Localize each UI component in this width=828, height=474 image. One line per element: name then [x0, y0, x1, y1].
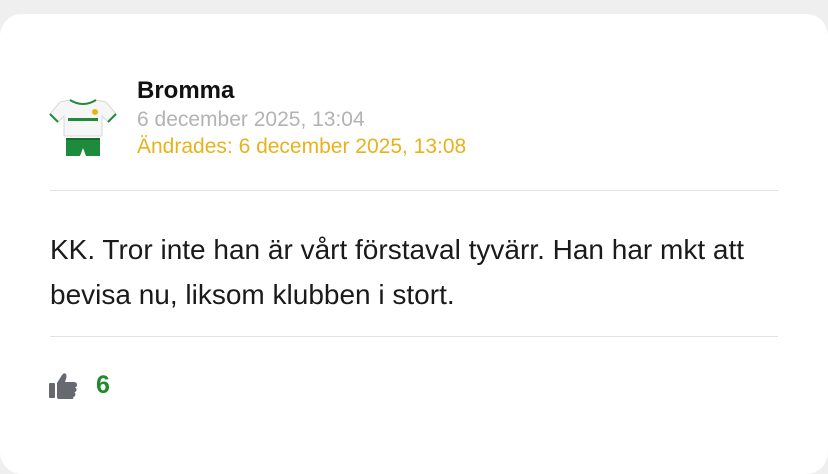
like-button[interactable]: 6 [48, 368, 110, 402]
post-timestamp: 6 december 2025, 13:04 [137, 108, 365, 131]
like-count: 6 [96, 370, 110, 399]
post-body: KK. Tror inte han är vårt förstaval tyvä… [50, 234, 745, 310]
author-name[interactable]: Bromma [137, 77, 234, 105]
divider [50, 190, 778, 191]
post-card: Bromma 6 december 2025, 13:04 Ändrades: … [0, 14, 828, 474]
edited-timestamp: Ändrades: 6 december 2025, 13:08 [137, 135, 467, 158]
thumbs-up-icon [49, 373, 77, 399]
football-jersey-icon [49, 99, 117, 156]
divider [50, 336, 778, 337]
avatar[interactable] [48, 84, 118, 164]
